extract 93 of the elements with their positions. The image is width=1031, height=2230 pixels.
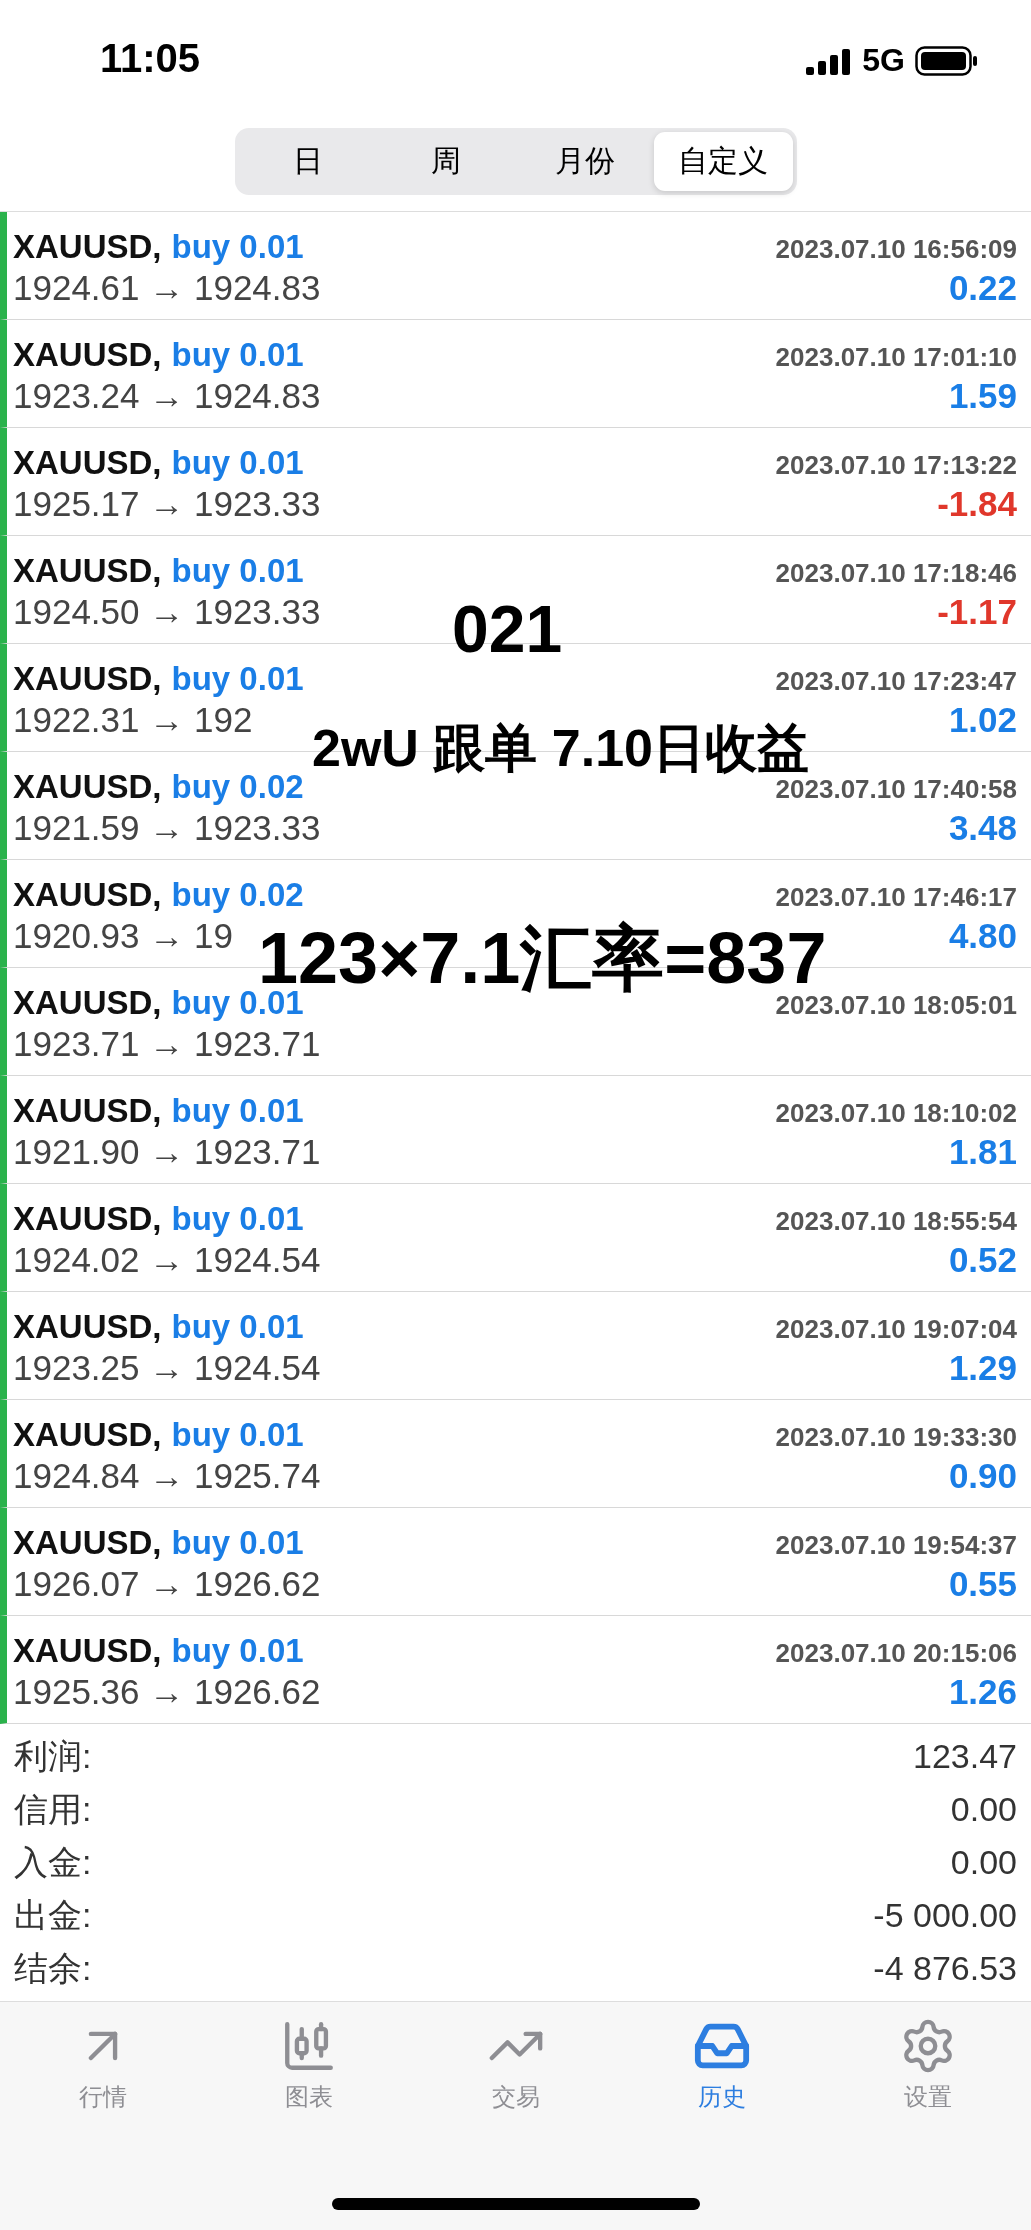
deal-type: buy 0.01 <box>171 551 304 589</box>
deal-profit: 0.90 <box>948 1455 1017 1496</box>
symbol-label: XAUUSD, <box>13 1199 162 1237</box>
deal-prices: 1923.25 → 1924.54 <box>13 1347 321 1388</box>
deal-time: 2023.07.10 19:54:37 <box>775 1529 1017 1561</box>
deal-type: buy 0.01 <box>171 1091 304 1129</box>
deal-time: 2023.07.10 18:55:54 <box>775 1205 1017 1237</box>
deal-time: 2023.07.10 17:40:58 <box>775 773 1017 805</box>
period-tab[interactable]: 自定义 <box>654 132 793 191</box>
deal-type: buy 0.01 <box>171 1415 304 1453</box>
deal-prices: 1921.59 → 1923.33 <box>13 807 321 848</box>
symbol-label: XAUUSD, <box>13 1523 162 1561</box>
deal-prices: 1920.93 → 19 <box>13 915 233 956</box>
symbol-label: XAUUSD, <box>13 659 162 697</box>
period-tab[interactable]: 月份 <box>515 132 654 191</box>
deal-time: 2023.07.10 17:46:17 <box>775 881 1017 913</box>
deal-type: buy 0.02 <box>171 767 304 805</box>
deal-type: buy 0.01 <box>171 227 304 265</box>
symbol-label: XAUUSD, <box>13 767 162 805</box>
summary-label: 利润: <box>14 1735 92 1777</box>
summary-value: -5 000.00 <box>873 1896 1017 1935</box>
deal-type: buy 0.01 <box>171 443 304 481</box>
period-tab[interactable]: 日 <box>238 132 377 191</box>
deal-time: 2023.07.10 17:23:47 <box>775 665 1017 697</box>
tab-bar-item[interactable]: 历史 <box>618 2016 825 2114</box>
deal-profit: 0.55 <box>948 1563 1017 1604</box>
deal-prices: 1926.07 → 1926.62 <box>13 1563 321 1604</box>
deal-prices: 1925.36 → 1926.62 <box>13 1671 321 1712</box>
summary-value: 0.00 <box>950 1790 1017 1829</box>
deal-time: 2023.07.10 18:10:02 <box>775 1097 1017 1129</box>
deal-time: 2023.07.10 17:13:22 <box>775 449 1017 481</box>
deal-type: buy 0.01 <box>171 1523 304 1561</box>
deal-prices: 1924.02 → 1924.54 <box>13 1239 321 1280</box>
deal-prices: 1924.61 → 1924.83 <box>13 267 321 308</box>
clock-time: 11:05 <box>100 36 201 81</box>
tab-bar-item[interactable]: 行情 <box>0 2016 207 2114</box>
symbol-label: XAUUSD, <box>13 875 162 913</box>
deal-type: buy 0.01 <box>171 659 304 697</box>
signal-icon <box>806 46 853 75</box>
period-tab[interactable]: 周 <box>377 132 516 191</box>
deal-prices: 1923.71 → 1923.71 <box>13 1023 321 1064</box>
deal-profit: 0.22 <box>948 267 1017 308</box>
network-label: 5G <box>862 42 905 79</box>
deal-prices: 1923.24 → 1924.83 <box>13 375 321 416</box>
deal-profit: 1.29 <box>948 1347 1017 1388</box>
deal-type: buy 0.01 <box>171 1631 304 1669</box>
deal-profit: 0.52 <box>948 1239 1017 1280</box>
deal-profit: -1.17 <box>937 591 1017 632</box>
symbol-label: XAUUSD, <box>13 551 162 589</box>
deal-profit: 3.48 <box>948 807 1017 848</box>
deal-prices: 1922.31 → 192 <box>13 699 253 740</box>
deal-time: 2023.07.10 17:18:46 <box>775 557 1017 589</box>
deal-profit: 1.59 <box>948 375 1017 416</box>
deal-profit: 1.81 <box>948 1131 1017 1172</box>
summary-value: -4 876.53 <box>873 1949 1017 1988</box>
summary-label: 出金: <box>14 1894 92 1936</box>
symbol-label: XAUUSD, <box>13 1631 162 1669</box>
symbol-label: XAUUSD, <box>13 443 162 481</box>
tab-bar-item[interactable]: 图表 <box>206 2016 413 2114</box>
deal-time: 2023.07.10 16:56:09 <box>775 233 1017 265</box>
tab-bar-item[interactable]: 交易 <box>412 2016 619 2114</box>
deal-type: buy 0.01 <box>171 335 304 373</box>
symbol-label: XAUUSD, <box>13 227 162 265</box>
deal-time: 2023.07.10 17:01:10 <box>775 341 1017 373</box>
summary-label: 信用: <box>14 1788 92 1830</box>
deal-profit: 4.80 <box>948 915 1017 956</box>
symbol-label: XAUUSD, <box>13 983 162 1021</box>
overlay-caption: 021 <box>452 596 563 662</box>
symbol-label: XAUUSD, <box>13 1415 162 1453</box>
deal-time: 2023.07.10 19:07:04 <box>775 1313 1017 1345</box>
deal-profit: -1.84 <box>937 483 1017 524</box>
deal-profit: 1.26 <box>948 1671 1017 1712</box>
deal-time: 2023.07.10 18:05:01 <box>775 989 1017 1021</box>
summary-value: 123.47 <box>913 1737 1017 1776</box>
deal-prices: 1924.84 → 1925.74 <box>13 1455 321 1496</box>
deal-type: buy 0.01 <box>171 1307 304 1345</box>
overlay-caption: 2wU 跟单 7.10日收益 <box>312 722 810 774</box>
deal-prices: 1925.17 → 1923.33 <box>13 483 321 524</box>
symbol-label: XAUUSD, <box>13 1307 162 1345</box>
deal-time: 2023.07.10 20:15:06 <box>775 1637 1017 1669</box>
summary-label: 结余: <box>14 1947 92 1989</box>
deal-type: buy 0.01 <box>171 1199 304 1237</box>
battery-icon <box>915 45 979 76</box>
symbol-label: XAUUSD, <box>13 1091 162 1129</box>
deal-prices: 1921.90 → 1923.71 <box>13 1131 321 1172</box>
deal-type: buy 0.02 <box>171 875 304 913</box>
deal-profit: 1.02 <box>948 699 1017 740</box>
summary-label: 入金: <box>14 1841 92 1883</box>
tab-bar-item[interactable]: 设置 <box>824 2016 1031 2114</box>
deal-time: 2023.07.10 19:33:30 <box>775 1421 1017 1453</box>
symbol-label: XAUUSD, <box>13 335 162 373</box>
deal-prices: 1924.50 → 1923.33 <box>13 591 321 632</box>
summary-value: 0.00 <box>950 1843 1017 1882</box>
